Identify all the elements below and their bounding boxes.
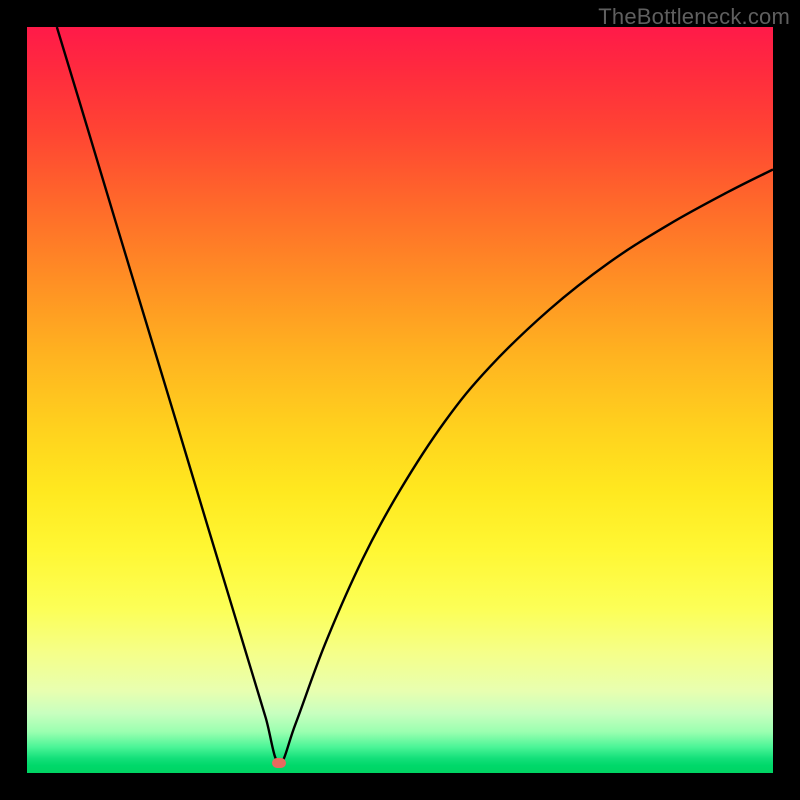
plot-area: [27, 27, 773, 773]
chart-frame: TheBottleneck.com: [0, 0, 800, 800]
watermark-text: TheBottleneck.com: [598, 4, 790, 30]
bottleneck-curve: [27, 27, 773, 773]
optimal-point-marker: [272, 758, 286, 768]
